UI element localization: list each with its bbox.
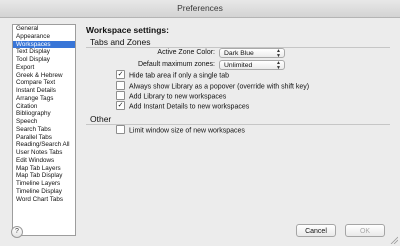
sidebar-item[interactable]: General <box>13 25 75 33</box>
checkbox[interactable] <box>116 125 125 134</box>
sidebar-item[interactable]: Word Chart Tabs <box>13 196 75 204</box>
sidebar-item[interactable]: Instant Details <box>13 87 75 95</box>
checkbox-label: Add Library to new workspaces <box>129 93 227 101</box>
sidebar-item[interactable]: Tool Display <box>13 56 75 64</box>
checkbox-label: Limit window size of new workspaces <box>129 127 245 135</box>
zone-color-value: Dark Blue <box>224 50 254 57</box>
checkbox-row[interactable]: Always show Library as a popover (overri… <box>116 81 310 91</box>
checkbox[interactable] <box>116 81 125 90</box>
checkbox-row[interactable]: Limit window size of new workspaces <box>116 125 245 135</box>
select-arrows-icon: ▲ ▼ <box>276 60 281 71</box>
checkbox-row[interactable]: ✓ Hide tab area if only a single tab <box>116 70 230 80</box>
select-arrows-icon: ▲ ▼ <box>276 48 281 59</box>
zone-color-label: Active Zone Color: <box>157 49 215 56</box>
sidebar-item[interactable]: Greek & Hebrew <box>13 72 75 80</box>
sidebar-item[interactable]: Map Tab Layers <box>13 165 75 173</box>
sidebar-item[interactable]: Edit Windows <box>13 157 75 165</box>
sidebar-item[interactable]: Workspaces <box>13 40 75 49</box>
preferences-sidebar[interactable]: General Appearance Workspaces Text Display T… <box>12 24 76 236</box>
sidebar-item[interactable]: Timeline Layers <box>13 180 75 188</box>
sidebar-item[interactable]: Bibliography <box>13 110 75 118</box>
cancel-button[interactable]: Cancel <box>296 224 336 237</box>
section-other: Other <box>90 114 112 124</box>
section-tabs-and-zones: Tabs and Zones <box>90 37 151 47</box>
sidebar-item[interactable]: Compare Text <box>13 79 75 87</box>
checkmark-icon: ✓ <box>117 102 124 109</box>
help-button[interactable]: ? <box>11 226 23 238</box>
max-zones-label: Default maximum zones: <box>137 61 215 68</box>
sidebar-item[interactable]: Map Tab Display <box>13 172 75 180</box>
checkbox-row[interactable]: ✓ Add Instant Details to new workspaces <box>116 101 250 111</box>
sidebar-item[interactable]: User Notes Tabs <box>13 149 75 157</box>
checkbox[interactable]: ✓ <box>116 70 125 79</box>
sidebar-item[interactable]: Timeline Display <box>13 188 75 196</box>
sidebar-item[interactable]: Export <box>13 64 75 72</box>
sidebar-item[interactable]: Text Display <box>13 48 75 56</box>
sidebar-item[interactable]: Appearance <box>13 33 75 41</box>
resize-grip-icon[interactable] <box>390 236 398 244</box>
checkbox-row[interactable]: Add Library to new workspaces <box>116 91 227 101</box>
sidebar-item[interactable]: Parallel Tabs <box>13 134 75 142</box>
section-divider <box>86 124 390 125</box>
checkmark-icon: ✓ <box>117 71 124 78</box>
checkbox-label: Always show Library as a popover (overri… <box>129 83 310 91</box>
page-title: Workspace settings: <box>86 25 169 35</box>
preferences-window: Preferences General Appearance Workspaces T… <box>0 0 400 246</box>
window-title: Preferences <box>0 0 400 18</box>
max-zones-value: Unlimited <box>224 62 253 69</box>
ok-button[interactable]: OK <box>345 224 385 237</box>
sidebar-item[interactable]: Arrange Tags <box>13 95 75 103</box>
sidebar-item[interactable]: Reading/Search All <box>13 141 75 149</box>
checkbox-label: Hide tab area if only a single tab <box>129 72 230 80</box>
sidebar-item[interactable]: Search Tabs <box>13 126 75 134</box>
sidebar-item[interactable]: Citation <box>13 103 75 111</box>
max-zones-select[interactable]: Unlimited ▲ ▼ <box>219 60 285 71</box>
checkbox[interactable] <box>116 91 125 100</box>
sidebar-item[interactable]: Speech <box>13 118 75 126</box>
checkbox-label: Add Instant Details to new workspaces <box>129 103 250 111</box>
zone-color-select[interactable]: Dark Blue ▲ ▼ <box>219 48 285 59</box>
checkbox[interactable]: ✓ <box>116 101 125 110</box>
